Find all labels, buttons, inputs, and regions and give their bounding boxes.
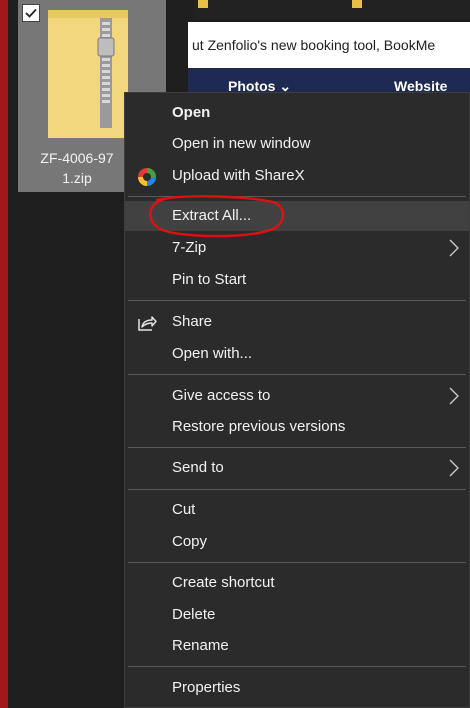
menu-separator — [128, 666, 466, 667]
menu-delete-label: Delete — [172, 606, 216, 623]
browser-tab-strip — [194, 0, 470, 20]
checkmark-icon — [25, 8, 37, 18]
menu-pin-to-start-label: Pin to Start — [172, 271, 247, 288]
menu-separator — [128, 300, 466, 301]
menu-send-to-label: Send to — [172, 459, 224, 476]
menu-separator — [128, 562, 466, 563]
chevron-right-icon — [449, 459, 459, 477]
menu-give-access[interactable]: Give access to — [125, 381, 469, 411]
menu-open-with-label: Open with... — [172, 345, 253, 362]
menu-separator — [128, 489, 466, 490]
folder-tab-icon — [198, 0, 208, 8]
menu-create-shortcut-label: Create shortcut — [172, 574, 275, 591]
menu-cut[interactable]: Cut — [125, 495, 469, 525]
menu-separator — [128, 447, 466, 448]
menu-copy[interactable]: Copy — [125, 527, 469, 557]
menu-upload-sharex[interactable]: Upload with ShareX — [125, 161, 469, 191]
menu-send-to[interactable]: Send to — [125, 453, 469, 483]
menu-share[interactable]: Share — [125, 307, 469, 337]
context-menu: Open Open in new window Upload with Shar… — [124, 92, 470, 708]
zip-folder-icon — [48, 10, 128, 138]
menu-pin-to-start[interactable]: Pin to Start — [125, 265, 469, 295]
menu-rename[interactable]: Rename — [125, 631, 469, 661]
menu-restore-versions[interactable]: Restore previous versions — [125, 412, 469, 442]
share-icon — [138, 316, 157, 331]
menu-open-new-window[interactable]: Open in new window — [125, 129, 469, 159]
red-circle-annotation — [149, 195, 285, 238]
nav-photos[interactable]: Photos ⌄ — [228, 78, 291, 92]
chevron-right-icon — [449, 387, 459, 405]
menu-properties-label: Properties — [172, 679, 241, 696]
menu-rename-label: Rename — [172, 637, 229, 654]
menu-share-label: Share — [172, 313, 213, 330]
browser-page-text: ut Zenfolio's new booking tool, BookMe — [188, 22, 470, 68]
menu-create-shortcut[interactable]: Create shortcut — [125, 568, 469, 598]
sharex-icon — [138, 168, 156, 186]
site-nav-bar: Photos ⌄ Website — [188, 68, 470, 92]
menu-give-access-label: Give access to — [172, 387, 271, 404]
menu-cut-label: Cut — [172, 501, 196, 518]
menu-copy-label: Copy — [172, 533, 208, 550]
menu-open[interactable]: Open — [125, 98, 469, 128]
file-name-line2: 1.zip — [62, 170, 92, 186]
menu-separator — [128, 374, 466, 375]
menu-upload-sharex-label: Upload with ShareX — [172, 167, 305, 184]
nav-website[interactable]: Website — [394, 78, 447, 92]
file-name-line1: ZF-4006-97 — [40, 150, 114, 166]
menu-properties[interactable]: Properties — [125, 673, 469, 703]
file-checkbox[interactable] — [22, 4, 40, 22]
menu-open-new-window-label: Open in new window — [172, 135, 311, 152]
menu-open-label: Open — [172, 104, 211, 121]
menu-open-with[interactable]: Open with... — [125, 339, 469, 369]
chevron-right-icon — [449, 239, 459, 257]
menu-delete[interactable]: Delete — [125, 600, 469, 630]
folder-tab-icon — [352, 0, 362, 8]
menu-restore-versions-label: Restore previous versions — [172, 418, 346, 435]
left-border — [0, 0, 8, 708]
